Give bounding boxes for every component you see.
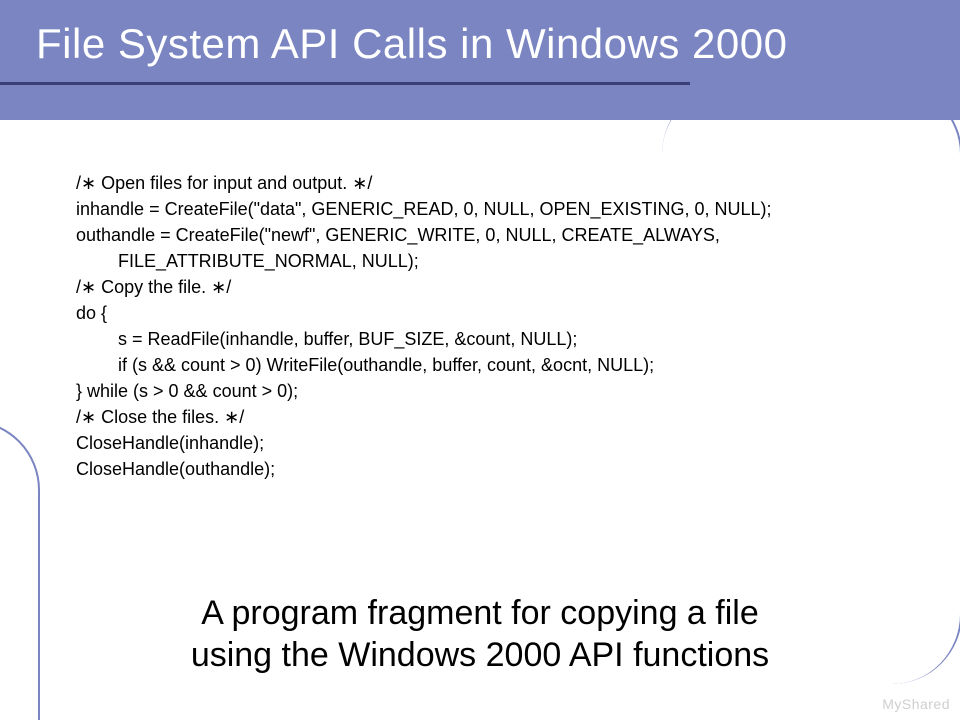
code-line: if (s && count > 0) WriteFile(outhandle,… bbox=[76, 352, 906, 378]
code-line: CloseHandle(outhandle); bbox=[76, 456, 906, 482]
code-line: CloseHandle(inhandle); bbox=[76, 430, 906, 456]
code-line: inhandle = CreateFile("data", GENERIC_RE… bbox=[76, 196, 906, 222]
caption-line: A program fragment for copying a file bbox=[0, 592, 960, 634]
code-line: /∗ Close the files. ∗/ bbox=[76, 404, 906, 430]
watermark: MyShared bbox=[882, 696, 950, 712]
title-underline bbox=[0, 82, 690, 85]
slide-caption: A program fragment for copying a file us… bbox=[0, 592, 960, 676]
code-line: } while (s > 0 && count > 0); bbox=[76, 378, 906, 404]
caption-line: using the Windows 2000 API functions bbox=[0, 634, 960, 676]
code-line: do { bbox=[76, 300, 906, 326]
code-block: /∗ Open files for input and output. ∗/ i… bbox=[76, 170, 906, 482]
code-line: FILE_ATTRIBUTE_NORMAL, NULL); bbox=[76, 248, 906, 274]
code-line: /∗ Open files for input and output. ∗/ bbox=[76, 170, 906, 196]
code-line: s = ReadFile(inhandle, buffer, BUF_SIZE,… bbox=[76, 326, 906, 352]
slide-title: File System API Calls in Windows 2000 bbox=[36, 20, 916, 68]
slide: File System API Calls in Windows 2000 /∗… bbox=[0, 0, 960, 720]
code-line: /∗ Copy the file. ∗/ bbox=[76, 274, 906, 300]
code-line: outhandle = CreateFile("newf", GENERIC_W… bbox=[76, 222, 906, 248]
